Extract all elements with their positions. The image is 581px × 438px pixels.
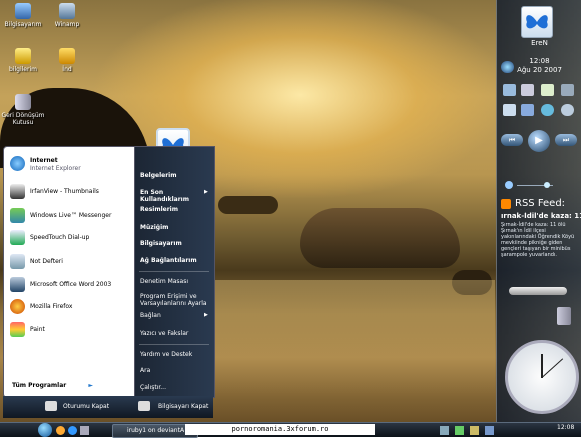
previous-track-button[interactable]: ⏮: [501, 134, 523, 146]
start-menu-places: Belgelerim En Son Kullandıklarım ▶ Resim…: [134, 146, 215, 398]
separator: [139, 271, 209, 272]
arrow-right-icon: ►: [88, 382, 93, 389]
sidebar: EreN 12:08 Ağu 20 2007 ⏮ ▶ ⏭ RSS Feed: ı…: [496, 0, 581, 422]
volume-icon: [505, 181, 513, 189]
shutdown-button[interactable]: Bilgisayarı Kapat: [158, 403, 208, 410]
start-menu-programs: Internet Internet Explorer IrfanView - T…: [3, 146, 135, 398]
power-icon[interactable]: [138, 401, 150, 411]
desktop-icon-download[interactable]: İnd: [40, 48, 94, 73]
link-help[interactable]: Yardım ve Destek: [140, 351, 192, 358]
window-icon[interactable]: [503, 84, 516, 96]
link-program-access[interactable]: Program Erişimi ve Varsayılanlarını Ayar…: [140, 293, 210, 307]
tray-messenger-icon[interactable]: [455, 426, 464, 435]
rss-icon: [501, 199, 511, 209]
user-picture[interactable]: [521, 6, 553, 38]
monitor-icon[interactable]: [521, 84, 534, 96]
separator: [139, 344, 209, 345]
internet-explorer-icon: [10, 156, 25, 171]
sidebar-search-bar[interactable]: [509, 287, 567, 295]
desktop-icon-recycle-bin[interactable]: Geri Dönüşüm Kutusu: [0, 94, 46, 126]
pinned-firefox[interactable]: Mozilla Firefox: [8, 298, 130, 316]
link-printers[interactable]: Yazıcı ve Fakslar: [140, 330, 188, 337]
watermark-banner: pornoromania.3xforum.ro: [185, 424, 375, 435]
document-icon[interactable]: [541, 84, 554, 96]
search-icon[interactable]: [561, 104, 574, 116]
butterfly-icon: [526, 15, 548, 29]
pinned-paint[interactable]: Paint: [8, 321, 130, 339]
quick-launch-desktop-icon[interactable]: [80, 426, 89, 435]
volume-knob[interactable]: [544, 182, 550, 188]
clock-minute-hand: [541, 358, 564, 378]
download-icon: [59, 48, 75, 64]
pinned-messenger[interactable]: Windows Live™ Messenger: [8, 207, 130, 225]
tray-network-icon[interactable]: [440, 426, 449, 435]
media-player: ⏮ ▶ ⏭: [499, 130, 579, 152]
link-control-panel[interactable]: Denetim Masası: [140, 278, 188, 285]
link-music[interactable]: Müziğim: [140, 224, 168, 231]
link-search[interactable]: Ara: [140, 367, 150, 374]
quick-launch-ie-icon[interactable]: [68, 426, 77, 435]
recycle-bin-icon[interactable]: [557, 307, 571, 325]
pinned-speedtouch[interactable]: SpeedTouch Dial-up: [8, 229, 130, 247]
globe-icon[interactable]: [501, 61, 514, 73]
picture-icon[interactable]: [503, 104, 516, 116]
firefox-icon: [10, 299, 25, 314]
taskbar-clock[interactable]: 12:08: [557, 424, 574, 431]
arrow-right-icon: ▶: [204, 312, 208, 318]
tray-speaker-icon[interactable]: [470, 426, 479, 435]
winamp-icon: [59, 3, 75, 19]
tray-security-icon[interactable]: [485, 426, 494, 435]
recycle-bin-icon: [15, 94, 31, 110]
paint-icon: [10, 322, 25, 337]
network-icon[interactable]: [561, 84, 574, 96]
users-icon[interactable]: [541, 104, 554, 116]
quick-launch-firefox-icon[interactable]: [56, 426, 65, 435]
irfanview-icon: [10, 184, 25, 199]
desktop-icon-winamp[interactable]: Winamp: [40, 3, 94, 28]
logoff-button[interactable]: Oturumu Kapat: [63, 403, 109, 410]
rss-body[interactable]: Şırnak-İdil'de kaza: 11 ölü Şırnak'ın İd…: [501, 222, 581, 258]
link-recent[interactable]: En Son Kullandıklarım: [140, 189, 202, 203]
messenger-icon: [10, 208, 25, 223]
play-button[interactable]: ▶: [528, 130, 550, 152]
wallpaper-rock: [218, 196, 278, 214]
next-track-button[interactable]: ⏭: [555, 134, 577, 146]
computer-icon: [15, 3, 31, 19]
link-connect[interactable]: Bağlan: [140, 312, 161, 319]
rss-headline[interactable]: ırnak-İdil'de kaza: 11 ö: [501, 212, 581, 220]
link-documents[interactable]: Belgelerim: [140, 172, 176, 179]
pinned-word[interactable]: Microsoft Office Word 2003: [8, 276, 130, 294]
analog-clock: [505, 340, 579, 414]
link-run[interactable]: Çalıştır...: [140, 384, 166, 391]
arrow-right-icon: ▶: [204, 189, 208, 195]
pinned-irfanview[interactable]: IrfanView - Thumbnails: [8, 183, 130, 201]
wallpaper-reflection: [215, 280, 495, 400]
start-menu-footer: Oturumu Kapat Bilgisayarı Kapat: [3, 396, 213, 418]
link-computer[interactable]: Bilgisayarım: [140, 240, 182, 247]
notepad-icon: [10, 254, 25, 269]
start-button[interactable]: [38, 423, 52, 437]
control-panel-icon[interactable]: [521, 104, 534, 116]
folder-icon: [15, 48, 31, 64]
rss-title: RSS Feed:: [515, 198, 566, 209]
start-menu: Internet Internet Explorer IrfanView - T…: [3, 146, 215, 418]
wallpaper-rock: [300, 208, 460, 268]
sidebar-username: EreN: [531, 39, 548, 47]
pinned-internet[interactable]: Internet Internet Explorer: [8, 155, 130, 173]
lock-icon[interactable]: [45, 401, 57, 411]
speedtouch-icon: [10, 230, 25, 245]
link-network[interactable]: Ağ Bağlantılarım: [140, 257, 197, 264]
word-icon: [10, 277, 25, 292]
all-programs-button[interactable]: Tüm Programlar ►: [12, 382, 128, 394]
pinned-notepad[interactable]: Not Defteri: [8, 253, 130, 271]
link-pictures[interactable]: Resimlerim: [140, 206, 178, 213]
